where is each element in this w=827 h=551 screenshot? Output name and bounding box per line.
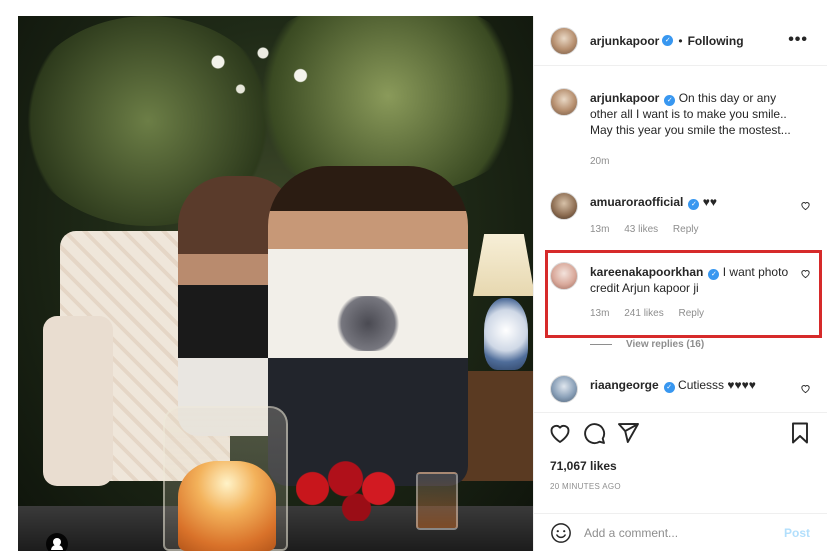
photo-candle bbox=[178, 461, 276, 551]
commenter-username[interactable]: amuaroraofficial bbox=[590, 195, 683, 209]
post-side-panel: arjunkapoor ✓ • Following ••• arjunkapoo… bbox=[533, 16, 827, 551]
like-heart-icon[interactable] bbox=[548, 421, 572, 445]
verified-badge-icon: ✓ bbox=[662, 35, 674, 46]
post-header: arjunkapoor ✓ • Following ••• bbox=[534, 16, 827, 66]
photo-roses bbox=[296, 456, 406, 521]
commenter-username[interactable]: kareenakapoorkhan bbox=[590, 265, 703, 279]
like-comment-heart-icon[interactable] bbox=[800, 200, 811, 211]
comment-time[interactable]: 13m bbox=[590, 308, 609, 319]
commenter-avatar[interactable] bbox=[550, 262, 578, 290]
comment-meta: 13m 43 likes Reply bbox=[590, 224, 711, 235]
author-avatar[interactable] bbox=[550, 26, 578, 55]
photo-side-table bbox=[458, 371, 533, 481]
photo-lamp-vase bbox=[484, 298, 528, 370]
following-button[interactable]: Following bbox=[688, 34, 744, 48]
comment-meta: 13m 241 likes Reply bbox=[590, 308, 716, 319]
author-username[interactable]: arjunkapoor bbox=[590, 34, 659, 48]
comment-text: kareenakapoorkhan ✓ I want photo credit A… bbox=[590, 264, 795, 296]
caption-avatar[interactable] bbox=[550, 88, 578, 116]
commenter-username[interactable]: riaangeorge bbox=[590, 378, 659, 392]
verified-badge-icon: ✓ bbox=[664, 95, 676, 106]
post-time-ago[interactable]: 20 MINUTES AGO bbox=[550, 482, 621, 491]
comment-bubble-icon[interactable] bbox=[582, 421, 606, 445]
like-comment-heart-icon[interactable] bbox=[800, 383, 811, 394]
replies-line bbox=[590, 344, 612, 345]
caption-time[interactable]: 20m bbox=[590, 156, 609, 167]
user-tag-icon[interactable] bbox=[46, 533, 68, 551]
comment-time[interactable]: 13m bbox=[590, 224, 609, 235]
verified-badge-icon: ✓ bbox=[708, 269, 720, 280]
caption-text: arjunkapoor ✓ On this day or any other al… bbox=[590, 90, 795, 138]
photo-shirt-print bbox=[333, 296, 403, 351]
post-comment-button[interactable]: Post bbox=[784, 526, 810, 540]
like-comment-heart-icon[interactable] bbox=[800, 268, 811, 279]
verified-badge-icon: ✓ bbox=[663, 382, 675, 393]
comment-text: riaangeorge ✓ Cutiesss ♥♥♥♥ bbox=[590, 377, 795, 393]
comment-content: Cutiesss ♥♥♥♥ bbox=[678, 378, 756, 392]
more-options-icon[interactable]: ••• bbox=[788, 32, 808, 48]
comment-text: amuaroraofficial ✓ ♥♥ bbox=[590, 194, 795, 210]
photo-flowers bbox=[188, 26, 338, 116]
post-photo[interactable] bbox=[18, 16, 533, 551]
share-send-icon[interactable] bbox=[616, 421, 640, 445]
save-bookmark-icon[interactable] bbox=[788, 421, 812, 445]
reply-button[interactable]: Reply bbox=[678, 308, 704, 319]
photo-sofa-arm bbox=[43, 316, 113, 486]
view-replies-button[interactable]: View replies (16) bbox=[590, 339, 704, 350]
caption-username[interactable]: arjunkapoor bbox=[590, 91, 659, 105]
commenter-avatar[interactable] bbox=[550, 375, 578, 403]
commenter-avatar[interactable] bbox=[550, 192, 578, 220]
comment-composer: Post bbox=[534, 513, 827, 551]
comment-content: ♥♥ bbox=[702, 195, 717, 209]
photo-lamp-shade bbox=[473, 234, 533, 296]
reply-button[interactable]: Reply bbox=[673, 224, 699, 235]
comment-likes[interactable]: 241 likes bbox=[624, 308, 663, 319]
view-replies-label[interactable]: View replies (16) bbox=[626, 339, 704, 350]
likes-count[interactable]: 71,067 likes bbox=[550, 459, 617, 473]
verified-badge-icon: ✓ bbox=[688, 199, 700, 210]
photo-glass bbox=[416, 472, 458, 530]
separator-dot: • bbox=[678, 33, 683, 48]
post-actions bbox=[534, 412, 827, 452]
comment-likes[interactable]: 43 likes bbox=[624, 224, 658, 235]
add-comment-input[interactable] bbox=[584, 525, 764, 540]
emoji-smiley-icon[interactable] bbox=[550, 522, 572, 544]
caption-line: May this year you smile the mostest... bbox=[590, 123, 791, 137]
caption-meta: 20m bbox=[590, 156, 621, 167]
